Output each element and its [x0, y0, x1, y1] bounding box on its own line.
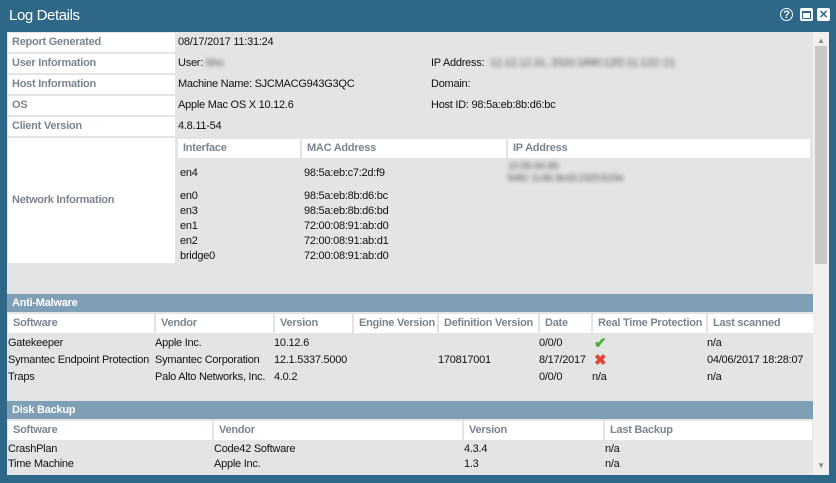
client-version-value: 4.8.11-54	[178, 120, 222, 132]
interface-cell: en3	[180, 205, 198, 217]
column-header: Interface	[178, 139, 300, 158]
table-cell: 1.3	[464, 458, 479, 470]
mac-cell: 72:00:08:91:ab:d0	[304, 220, 389, 232]
table-cell: Code42 Software	[214, 443, 296, 455]
column-header: Last scanned	[708, 314, 813, 333]
column-header: Software	[8, 314, 154, 333]
table-cell: Symantec Corporation	[155, 354, 260, 366]
machine-name: Machine Name: SJCMACG943G3QC	[178, 78, 355, 90]
column-header: Engine Version	[354, 314, 437, 333]
table-cell: CrashPlan	[8, 443, 58, 455]
table-cell: Apple Inc.	[155, 337, 202, 349]
table-cell: Symantec Endpoint Protection	[8, 354, 149, 366]
table-cell: 4.3.4	[464, 443, 488, 455]
interface-cell: en0	[180, 190, 198, 202]
x-icon: ✖	[594, 352, 607, 369]
interface-cell: en4	[180, 167, 198, 179]
window-title: Log Details	[9, 7, 80, 24]
user-label: User:	[178, 57, 204, 69]
table-cell: n/a	[605, 443, 620, 455]
os-value: Apple Mac OS X 10.12.6	[178, 99, 294, 111]
table-cell: Gatekeeper	[8, 337, 63, 349]
label-network-information: Network Information	[8, 138, 175, 263]
table-cell: 0/0/0	[539, 371, 563, 383]
ip-address-value: 12.12.12.31, 2020:1890:12f2:11:122::21	[490, 57, 676, 69]
label-report-generated: Report Generated	[8, 33, 175, 52]
column-header: Software	[8, 421, 212, 440]
column-header: MAC Address	[302, 139, 506, 158]
label-user-information: User Information	[8, 54, 175, 73]
table-cell: n/a	[592, 371, 607, 383]
table-cell: Palo Alto Networks, Inc.	[155, 371, 266, 383]
column-header: Vendor	[214, 421, 462, 440]
mac-cell: 98:5a:eb:8b:d6:bc	[304, 190, 388, 202]
ip-cell: fe80::1c4b:3e43:2320:b15e	[508, 173, 624, 184]
table-cell: 0/0/0	[539, 337, 563, 349]
interface-cell: en1	[180, 220, 198, 232]
table-cell: Traps	[8, 371, 35, 383]
table-cell: 4.0.2	[274, 371, 298, 383]
label-client-version: Client Version	[8, 117, 175, 136]
column-header: Version	[275, 314, 352, 333]
scroll-up-icon[interactable]: ▲	[813, 36, 829, 45]
mac-cell: 98:5a:eb:c7:2d:f9	[304, 167, 385, 179]
table-cell: n/a	[707, 337, 722, 349]
user-value: bhu	[206, 57, 224, 69]
interface-cell: bridge0	[180, 250, 215, 262]
label-os: OS	[8, 96, 175, 115]
column-header: Version	[464, 421, 603, 440]
report-generated-value: 08/17/2017 11:31:24	[178, 36, 274, 48]
column-header: Vendor	[156, 314, 273, 333]
table-cell: Apple Inc.	[214, 458, 261, 470]
ip-address-label: IP Address:	[431, 57, 485, 69]
table-cell: 04/06/2017 18:28:07	[707, 354, 804, 366]
column-header: Definition Version	[439, 314, 538, 333]
scrollbar-thumb[interactable]	[815, 46, 827, 264]
section-disk-backup: Disk Backup	[7, 401, 813, 419]
title-bar	[0, 0, 836, 31]
label-host-information: Host Information	[8, 75, 175, 94]
check-icon: ✔	[594, 335, 607, 352]
column-header: IP Address	[508, 139, 810, 158]
column-header: Date	[540, 314, 591, 333]
table-cell: n/a	[707, 371, 722, 383]
table-cell: 12.1.5337.5000	[274, 354, 347, 366]
scroll-down-icon[interactable]: ▼	[813, 461, 829, 470]
mac-cell: 72:00:08:91:ab:d1	[304, 235, 389, 247]
host-id: Host ID: 98:5a:eb:8b:d6:bc	[431, 99, 556, 111]
table-cell: Time Machine	[8, 458, 74, 470]
table-cell: n/a	[605, 458, 620, 470]
domain: Domain:	[431, 78, 471, 90]
table-cell: 8/17/2017	[539, 354, 586, 366]
maximize-icon[interactable]	[800, 8, 813, 21]
section-anti-malware: Anti-Malware	[7, 294, 813, 312]
column-header: Real Time Protection	[593, 314, 706, 333]
interface-cell: en2	[180, 235, 198, 247]
mac-cell: 72:00:08:91:ab:d0	[304, 250, 389, 262]
close-icon[interactable]: ✕	[817, 8, 830, 21]
table-cell: 170817001	[438, 354, 491, 366]
table-cell: 10.12.6	[274, 337, 309, 349]
column-header: Last Backup	[605, 421, 812, 440]
mac-cell: 98:5a:eb:8b:d6:bd	[304, 205, 389, 217]
help-icon[interactable]: ?	[780, 8, 793, 21]
